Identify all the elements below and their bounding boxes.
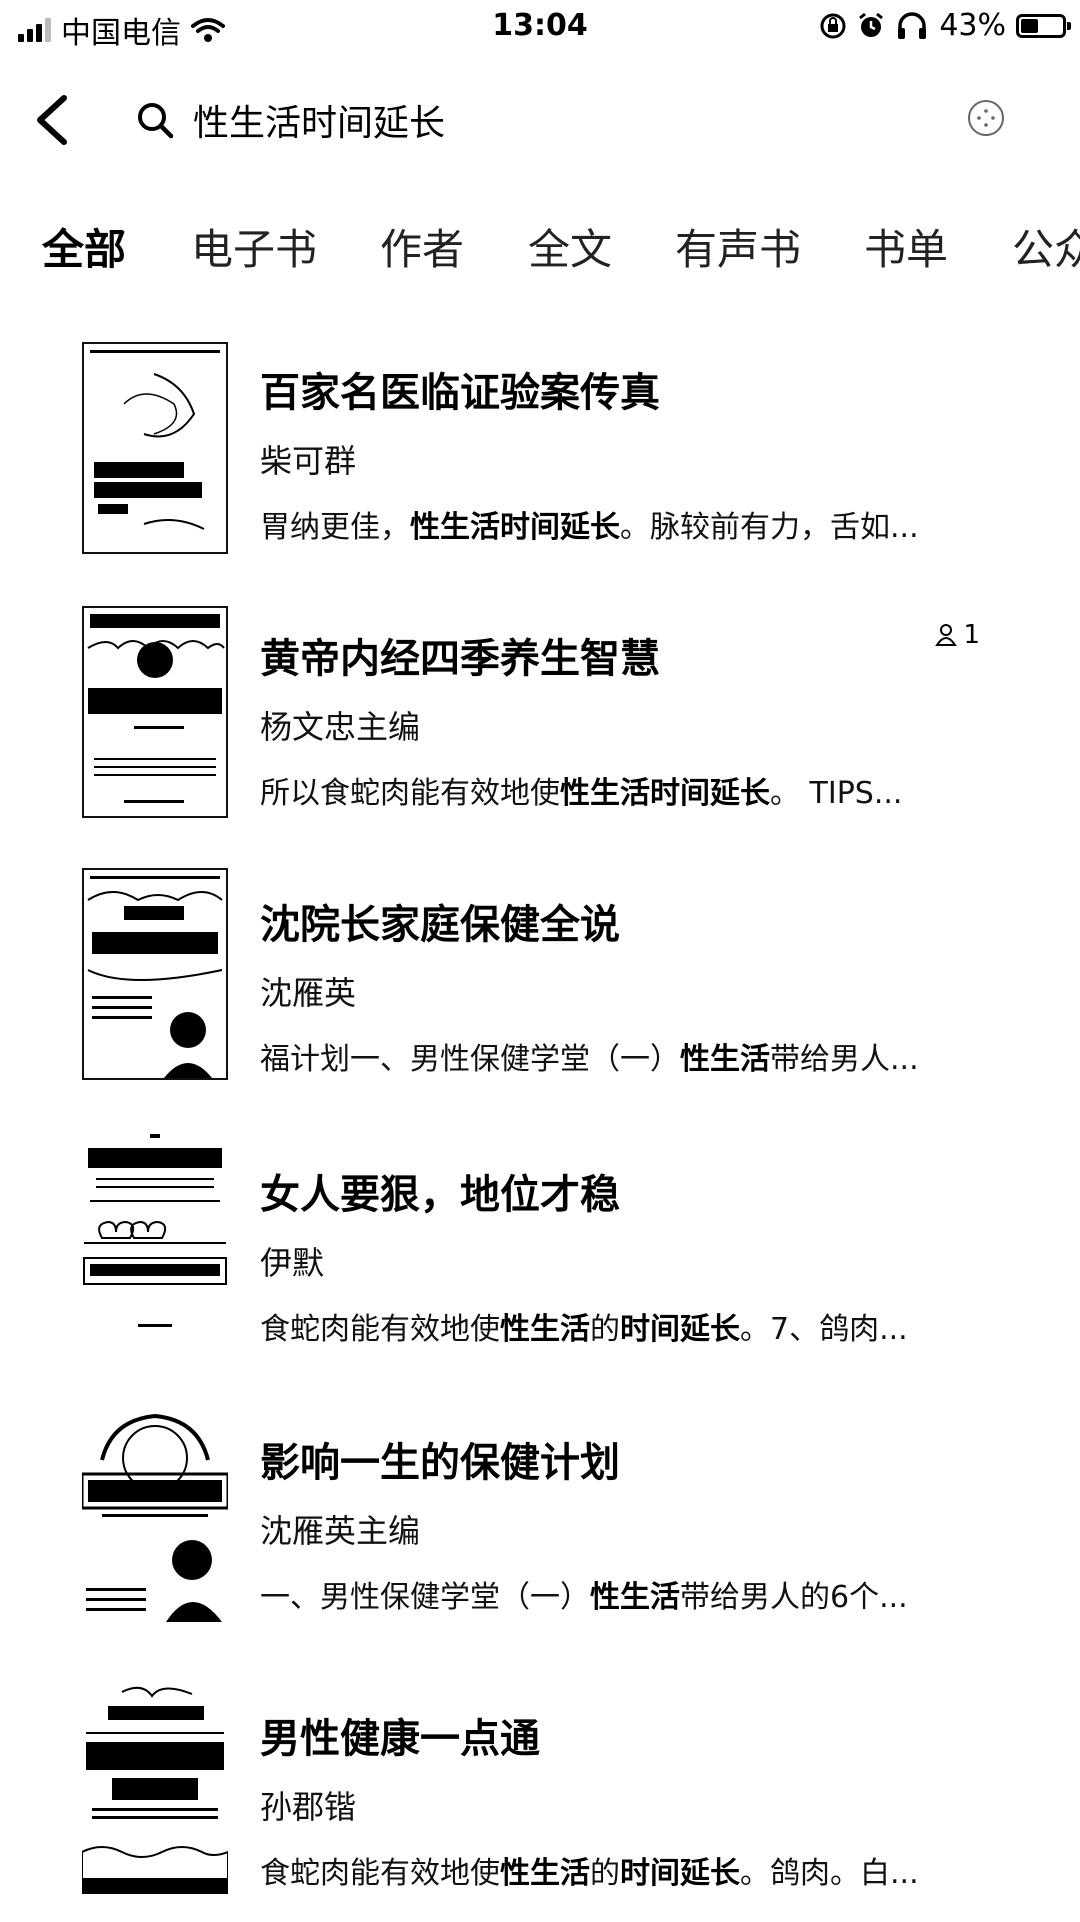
- book-cover: [82, 342, 228, 554]
- result-item[interactable]: 百家名医临证验案传真 柴可群 胃纳更佳，性生活时间延长。脉较前有力，舌如...: [0, 342, 1080, 582]
- tab-author[interactable]: 作者: [380, 220, 464, 280]
- book-title: 男性健康一点通: [260, 1716, 540, 1762]
- search-input[interactable]: [191, 98, 835, 142]
- tab-all[interactable]: 全部: [42, 220, 126, 280]
- book-snippet: 所以食蛇肉能有效地使性生活时间延长。 TIPS...: [260, 776, 903, 811]
- clear-search-icon[interactable]: [966, 98, 1006, 138]
- book-title: 百家名医临证验案传真: [260, 370, 660, 416]
- book-title: 黄帝内经四季养生智慧: [260, 636, 660, 682]
- result-item[interactable]: 男性健康一点通 孙郡锴 食蛇肉能有效地使性生活的时间延长。鸽肉。白...: [0, 1682, 1080, 1922]
- result-item[interactable]: 沈院长家庭保健全说 沈雁英 福计划一、男性保健学堂（一）性生活带给男人...: [0, 868, 1080, 1108]
- search-box[interactable]: [135, 88, 895, 152]
- status-right: 43%: [819, 8, 1071, 43]
- result-item[interactable]: 女人要狠，地位才稳 伊默 食蛇肉能有效地使性生活的时间延长。7、鸽肉...: [0, 1130, 1080, 1370]
- battery-level: [1021, 18, 1038, 33]
- tab-audiobook[interactable]: 有声书: [675, 220, 801, 280]
- reader-count: 1: [935, 620, 980, 650]
- book-snippet: 福计划一、男性保健学堂（一）性生活带给男人...: [260, 1042, 919, 1077]
- book-title: 沈院长家庭保健全说: [260, 902, 620, 948]
- search-icon: [138, 103, 174, 139]
- chevron-left-icon: [37, 95, 67, 145]
- book-cover: [82, 868, 228, 1080]
- book-snippet: 一、男性保健学堂（一）性生活带给男人的6个...: [260, 1580, 908, 1615]
- person-icon: [935, 624, 958, 646]
- book-title: 影响一生的保健计划: [260, 1440, 620, 1486]
- book-snippet: 食蛇肉能有效地使性生活的时间延长。鸽肉。白...: [260, 1856, 919, 1891]
- book-cover: [82, 1130, 228, 1342]
- book-author: 沈雁英主编: [260, 1512, 421, 1550]
- tab-booklist[interactable]: 书单: [864, 220, 948, 280]
- tab-fulltext[interactable]: 全文: [528, 220, 612, 280]
- search-bar: [0, 80, 1080, 160]
- result-item[interactable]: 影响一生的保健计划 沈雁英主编 一、男性保健学堂（一）性生活带给男人的6个...: [0, 1410, 1080, 1650]
- book-cover: [82, 1682, 228, 1894]
- tab-official-accounts[interactable]: 公众: [1012, 220, 1080, 280]
- book-cover: [82, 606, 228, 818]
- book-author: 杨文忠主编: [260, 708, 421, 746]
- battery-percent: 43%: [939, 8, 1006, 43]
- status-bar: 中国电信 13:04 43%: [0, 0, 1080, 56]
- book-author: 沈雁英: [260, 974, 357, 1012]
- book-author: 伊默: [260, 1244, 325, 1282]
- result-item[interactable]: 黄帝内经四季养生智慧 杨文忠主编 所以食蛇肉能有效地使性生活时间延长。 TIPS…: [0, 606, 1080, 846]
- book-cover: [82, 1410, 228, 1622]
- book-author: 孙郡锴: [260, 1788, 357, 1826]
- headphones-icon: [898, 11, 927, 39]
- battery-icon: [1016, 13, 1071, 38]
- orientation-lock-icon: [820, 13, 846, 38]
- category-tabs: 全部 电子书 作者 全文 有声书 书单 公众: [0, 220, 1080, 290]
- alarm-icon: [859, 12, 884, 37]
- book-snippet: 食蛇肉能有效地使性生活的时间延长。7、鸽肉...: [260, 1312, 908, 1347]
- book-title: 女人要狠，地位才稳: [260, 1172, 620, 1218]
- book-snippet: 胃纳更佳，性生活时间延长。脉较前有力，舌如...: [260, 510, 919, 545]
- book-author: 柴可群: [260, 442, 357, 480]
- back-button[interactable]: [26, 90, 82, 150]
- tab-ebook[interactable]: 电子书: [191, 220, 317, 280]
